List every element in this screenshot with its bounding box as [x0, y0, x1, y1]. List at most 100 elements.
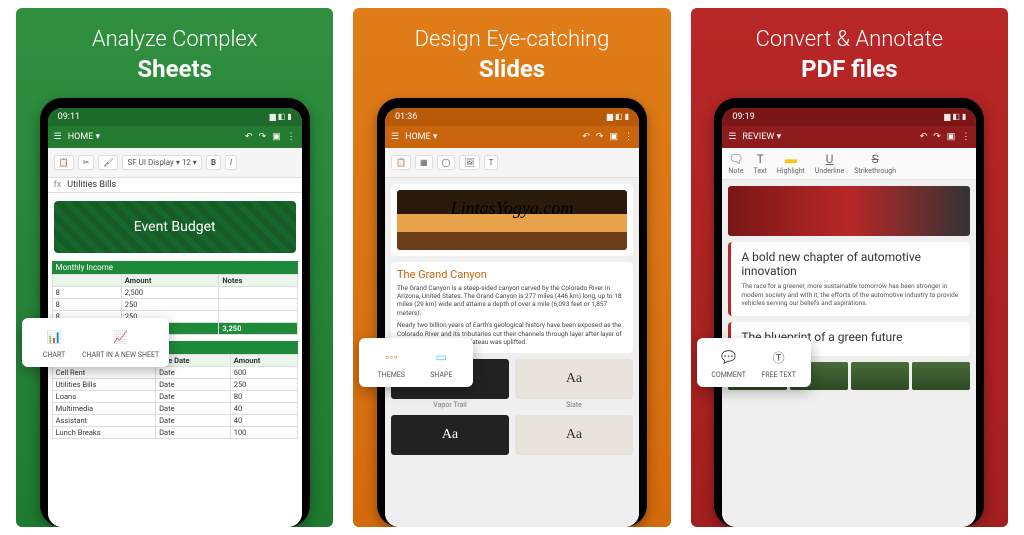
new-slide-button[interactable]: ▦: [415, 155, 433, 170]
format-toolbar: 📋 ▦ ◯ 🖼 T: [385, 148, 639, 178]
free-text-button[interactable]: Ⓣ FREE TEXT: [757, 346, 801, 379]
slides-phone-frame: 01:36 ▆ ◧ ▮ ☰ HOME ▾ ↶ ↷ ▣ ⋮ 📋 ▦ ◯ 🖼 T: [377, 98, 647, 528]
status-bar: 01:36 ▆ ◧ ▮: [385, 108, 639, 126]
status-icons: ▆ ◧ ▮: [607, 112, 629, 121]
status-time: 09:19: [732, 112, 754, 122]
slide-title: The Grand Canyon: [397, 268, 627, 281]
shape-icon: ▭: [430, 346, 452, 368]
income-section-header: Monthly Income: [52, 261, 298, 274]
themes-icon: ◦◦◦: [380, 346, 402, 368]
font-select[interactable]: SF UI Display ▾ 12 ▾: [122, 155, 201, 170]
note-button[interactable]: 🗨Note: [728, 152, 743, 175]
theme-caption: Slate: [515, 401, 633, 409]
pdf-thumb[interactable]: [912, 362, 970, 390]
status-bar: 09:19 ▆ ◧ ▮: [722, 108, 976, 126]
text-button[interactable]: T: [484, 155, 499, 170]
headline-line1: Design Eye-catching: [415, 27, 610, 52]
strike-icon: S: [872, 152, 879, 166]
shape-button[interactable]: ◯: [437, 155, 456, 170]
themes-button[interactable]: ◦◦◦ THEMES: [369, 346, 413, 379]
slides-design-popup: ◦◦◦ THEMES ▭ SHAPE: [359, 338, 473, 387]
comment-icon: 💬: [718, 346, 740, 368]
chart-new-sheet-icon: 📈: [110, 326, 132, 348]
bold-button[interactable]: B: [206, 155, 221, 170]
pdf-article-card[interactable]: A bold new chapter of automotive innovat…: [728, 242, 970, 316]
slides-screen: 01:36 ▆ ◧ ▮ ☰ HOME ▾ ↶ ↷ ▣ ⋮ 📋 ▦ ◯ 🖼 T: [385, 108, 639, 528]
undo-icon[interactable]: ↶: [920, 132, 928, 142]
appbar-save-icon[interactable]: ▣: [272, 132, 281, 142]
underline-button[interactable]: UUnderline: [815, 152, 844, 175]
pdf-card-body: The race for a greener, more sustainable…: [741, 282, 960, 307]
redo-icon[interactable]: ↷: [933, 132, 941, 142]
pdf-promo-panel: Convert & Annotate PDF files 09:19 ▆ ◧ ▮…: [691, 8, 1008, 527]
shape-button[interactable]: ▭ SHAPE: [419, 346, 463, 379]
format-toolbar: 📋 ✂ 🖌 SF UI Display ▾ 12 ▾ B I: [48, 148, 302, 178]
appbar-more-icon[interactable]: ⋮: [624, 132, 633, 142]
app-bar: ☰ HOME ▾ ↶ ↷ ▣ ⋮: [385, 126, 639, 148]
paste-button[interactable]: 📋: [391, 155, 411, 170]
theme-thumb[interactable]: Aa: [391, 415, 509, 455]
appbar-tab[interactable]: REVIEW ▾: [742, 132, 781, 142]
paste-button[interactable]: 📋: [54, 155, 74, 170]
slide-image: [397, 190, 627, 250]
comment-button[interactable]: 💬 COMMENT: [707, 346, 751, 379]
status-bar: 09:11 ▆ ◧ ▮: [48, 108, 302, 126]
headline-line2: PDF files: [756, 54, 943, 84]
status-icons: ▆ ◧ ▮: [270, 112, 292, 121]
menu-icon[interactable]: ☰: [728, 132, 736, 142]
headline-line2: Sheets: [92, 54, 258, 84]
chart-new-sheet-button[interactable]: 📈 CHART IN A NEW SHEET: [82, 326, 159, 359]
headline-line1: Analyze Complex: [92, 27, 258, 52]
pdf-headline: Convert & Annotate PDF files: [756, 26, 943, 84]
theme-thumb[interactable]: Aa: [515, 359, 633, 399]
status-time: 09:11: [58, 112, 80, 122]
sheets-insert-popup: 📊 CHART 📈 CHART IN A NEW SHEET: [22, 318, 169, 367]
headline-line2: Slides: [415, 54, 610, 84]
app-bar: ☰ HOME ▾ ↶ ↷ ▣ ⋮: [48, 126, 302, 148]
pdf-annotate-popup: 💬 COMMENT Ⓣ FREE TEXT: [697, 338, 811, 387]
headline-line1: Convert & Annotate: [756, 27, 943, 52]
menu-icon[interactable]: ☰: [54, 132, 62, 142]
formula-bar[interactable]: fxUtilities Bills: [48, 178, 302, 193]
theme-thumb[interactable]: Aa: [515, 415, 633, 455]
appbar-more-icon[interactable]: ⋮: [961, 132, 970, 142]
picture-button[interactable]: 🖼: [459, 155, 479, 170]
redo-icon[interactable]: ↷: [596, 132, 604, 142]
sheets-phone-frame: 09:11 ▆ ◧ ▮ ☰ HOME ▾ ↶ ↷ ▣ ⋮ 📋 ✂ 🖌 SF UI…: [40, 98, 310, 528]
app-bar: ☰ REVIEW ▾ ↶ ↷ ▣ ⋮: [722, 126, 976, 148]
underline-icon: U: [826, 152, 834, 166]
note-icon: 🗨: [728, 152, 743, 166]
appbar-save-icon[interactable]: ▣: [609, 132, 618, 142]
menu-icon[interactable]: ☰: [391, 132, 399, 142]
pdf-phone-frame: 09:19 ▆ ◧ ▮ ☰ REVIEW ▾ ↶ ↷ ▣ ⋮ 🗨Note TTe…: [714, 98, 984, 528]
highlight-icon: ▬: [785, 152, 797, 166]
pdf-thumb[interactable]: [851, 362, 909, 390]
format-painter-button[interactable]: 🖌: [98, 155, 118, 170]
strike-button[interactable]: SStrikethrough: [854, 152, 896, 175]
theme-row: Aa Aa: [391, 415, 633, 455]
slides-headline: Design Eye-catching Slides: [415, 26, 610, 84]
text-icon: T: [757, 152, 764, 166]
text-button[interactable]: TText: [754, 152, 767, 175]
appbar-tab[interactable]: HOME ▾: [405, 132, 437, 142]
highlight-button[interactable]: ▬Highlight: [777, 152, 805, 175]
sheet-hero: Event Budget: [54, 201, 296, 253]
appbar-tab[interactable]: HOME ▾: [68, 132, 100, 142]
sheets-headline: Analyze Complex Sheets: [92, 26, 258, 84]
free-text-icon: Ⓣ: [768, 346, 790, 368]
undo-icon[interactable]: ↶: [582, 132, 590, 142]
redo-icon[interactable]: ↷: [259, 132, 267, 142]
sheets-promo-panel: Analyze Complex Sheets 09:11 ▆ ◧ ▮ ☰ HOM…: [16, 8, 333, 527]
cut-button[interactable]: ✂: [78, 155, 95, 170]
status-time: 01:36: [395, 112, 417, 122]
chart-button[interactable]: 📊 CHART: [32, 326, 76, 359]
pdf-hero-image: [728, 186, 970, 236]
slide-card[interactable]: [391, 184, 633, 256]
appbar-more-icon[interactable]: ⋮: [287, 132, 296, 142]
status-icons: ▆ ◧ ▮: [944, 112, 966, 121]
pdf-screen: 09:19 ▆ ◧ ▮ ☰ REVIEW ▾ ↶ ↷ ▣ ⋮ 🗨Note TTe…: [722, 108, 976, 528]
review-ribbon: 🗨Note TText ▬Highlight UUnderline SStrik…: [722, 148, 976, 180]
undo-icon[interactable]: ↶: [245, 132, 253, 142]
appbar-save-icon[interactable]: ▣: [947, 132, 956, 142]
italic-button[interactable]: I: [225, 155, 237, 170]
